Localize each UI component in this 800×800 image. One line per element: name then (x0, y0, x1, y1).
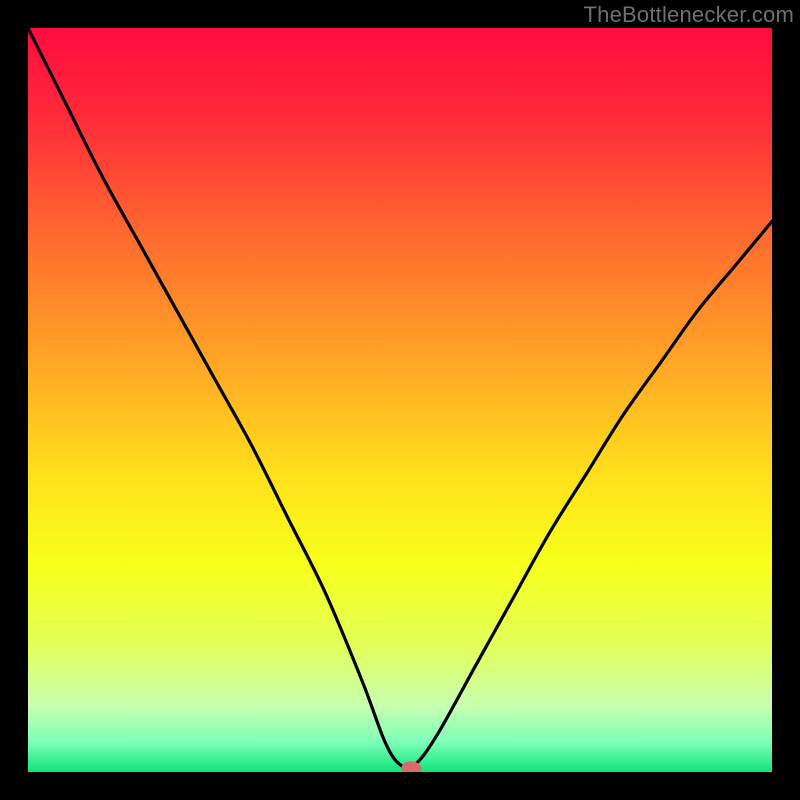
chart-container: TheBottlenecker.com (0, 0, 800, 800)
watermark-text: TheBottlenecker.com (584, 2, 794, 28)
plot-svg (28, 28, 772, 772)
gradient-background (28, 28, 772, 772)
plot-area (28, 28, 772, 772)
